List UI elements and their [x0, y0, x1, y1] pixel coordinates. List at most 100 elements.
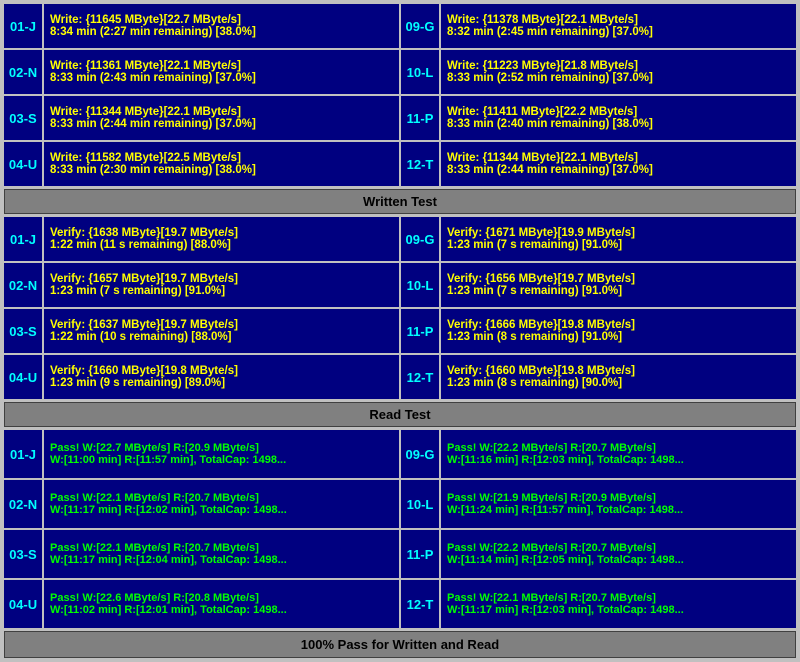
- device-id-right: 10-L: [401, 50, 439, 94]
- cell-data-right: Pass! W:[22.2 MByte/s] R:[20.7 MByte/s]W…: [441, 430, 796, 478]
- cell-line2: 1:22 min (10 s remaining) [88.0%]: [50, 331, 393, 343]
- cell-line1: Pass! W:[22.7 MByte/s] R:[20.9 MByte/s]: [50, 442, 393, 454]
- cell-line1: Verify: {1657 MByte}[19.7 MByte/s]: [50, 273, 393, 285]
- cell-data-left: Verify: {1657 MByte}[19.7 MByte/s]1:23 m…: [44, 263, 399, 307]
- cell-line2: 1:23 min (7 s remaining) [91.0%]: [50, 285, 393, 297]
- cell-line2: 8:33 min (2:40 min remaining) [38.0%]: [447, 118, 790, 130]
- cell-data-left: Write: {11645 MByte}[22.7 MByte/s]8:34 m…: [44, 4, 399, 48]
- cell-data-right: Pass! W:[22.1 MByte/s] R:[20.7 MByte/s]W…: [441, 580, 796, 628]
- cell-line2: 8:33 min (2:52 min remaining) [37.0%]: [447, 72, 790, 84]
- cell-line2: W:[11:17 min] R:[12:04 min], TotalCap: 1…: [50, 554, 393, 566]
- device-row: 02-NWrite: {11361 MByte}[22.1 MByte/s]8:…: [4, 50, 796, 94]
- cell-line1: Write: {11223 MByte}[21.8 MByte/s]: [447, 60, 790, 72]
- cell-data-left: Verify: {1638 MByte}[19.7 MByte/s]1:22 m…: [44, 217, 399, 261]
- device-row: 02-NPass! W:[22.1 MByte/s] R:[20.7 MByte…: [4, 480, 796, 528]
- cell-data-right: Write: {11378 MByte}[22.1 MByte/s]8:32 m…: [441, 4, 796, 48]
- main-container: 01-JWrite: {11645 MByte}[22.7 MByte/s]8:…: [0, 0, 800, 662]
- cell-data-right: Verify: {1671 MByte}[19.9 MByte/s]1:23 m…: [441, 217, 796, 261]
- cell-line2: 1:23 min (8 s remaining) [91.0%]: [447, 331, 790, 343]
- cell-data-right: Pass! W:[22.2 MByte/s] R:[20.7 MByte/s]W…: [441, 530, 796, 578]
- device-id-right: 12-T: [401, 355, 439, 399]
- cell-line2: W:[11:00 min] R:[11:57 min], TotalCap: 1…: [50, 454, 393, 466]
- device-id-right: 09-G: [401, 430, 439, 478]
- cell-line1: Pass! W:[21.9 MByte/s] R:[20.9 MByte/s]: [447, 492, 790, 504]
- cell-line1: Verify: {1666 MByte}[19.8 MByte/s]: [447, 319, 790, 331]
- device-row: 01-JVerify: {1638 MByte}[19.7 MByte/s]1:…: [4, 217, 796, 261]
- cell-line2: 8:33 min (2:44 min remaining) [37.0%]: [50, 118, 393, 130]
- device-id-left: 02-N: [4, 263, 42, 307]
- device-row: 03-SWrite: {11344 MByte}[22.1 MByte/s]8:…: [4, 96, 796, 140]
- cell-line2: 1:23 min (7 s remaining) [91.0%]: [447, 285, 790, 297]
- cell-line1: Pass! W:[22.1 MByte/s] R:[20.7 MByte/s]: [447, 592, 790, 604]
- cell-line2: 8:33 min (2:30 min remaining) [38.0%]: [50, 164, 393, 176]
- device-id-right: 12-T: [401, 142, 439, 186]
- device-id-left: 01-J: [4, 430, 42, 478]
- device-id-right: 10-L: [401, 263, 439, 307]
- device-id-left: 01-J: [4, 4, 42, 48]
- cell-data-left: Pass! W:[22.1 MByte/s] R:[20.7 MByte/s]W…: [44, 530, 399, 578]
- device-id-left: 04-U: [4, 142, 42, 186]
- cell-data-left: Write: {11582 MByte}[22.5 MByte/s]8:33 m…: [44, 142, 399, 186]
- device-id-left: 01-J: [4, 217, 42, 261]
- device-id-left: 03-S: [4, 96, 42, 140]
- cell-line2: W:[11:17 min] R:[12:03 min], TotalCap: 1…: [447, 604, 790, 616]
- cell-line2: 8:34 min (2:27 min remaining) [38.0%]: [50, 26, 393, 38]
- device-row: 03-SPass! W:[22.1 MByte/s] R:[20.7 MByte…: [4, 530, 796, 578]
- cell-line1: Write: {11378 MByte}[22.1 MByte/s]: [447, 14, 790, 26]
- device-row: 01-JPass! W:[22.7 MByte/s] R:[20.9 MByte…: [4, 430, 796, 478]
- device-row: 02-NVerify: {1657 MByte}[19.7 MByte/s]1:…: [4, 263, 796, 307]
- device-row: 04-U Pass! W:[22.6 MByte/s] R:[20.8 MByte…: [4, 580, 796, 628]
- cell-line2: 1:23 min (9 s remaining) [89.0%]: [50, 377, 393, 389]
- device-id-right: 11-P: [401, 530, 439, 578]
- device-id-right: 12-T: [401, 580, 439, 628]
- device-id-left: 04-U: [4, 355, 42, 399]
- cell-line1: Verify: {1660 MByte}[19.8 MByte/s]: [50, 365, 393, 377]
- cell-line1: Write: {11411 MByte}[22.2 MByte/s]: [447, 106, 790, 118]
- cell-line1: Write: {11582 MByte}[22.5 MByte/s]: [50, 152, 393, 164]
- cell-data-right: Write: {11223 MByte}[21.8 MByte/s]8:33 m…: [441, 50, 796, 94]
- cell-line1: Verify: {1638 MByte}[19.7 MByte/s]: [50, 227, 393, 239]
- cell-line2: 1:22 min (11 s remaining) [88.0%]: [50, 239, 393, 251]
- cell-line1: Pass! W:[22.6 MByte/s] R:[20.8 MByte/s]: [50, 592, 393, 604]
- cell-line2: W:[11:02 min] R:[12:01 min], TotalCap: 1…: [50, 604, 393, 616]
- device-id-right: 10-L: [401, 480, 439, 528]
- device-id-right: 09-G: [401, 217, 439, 261]
- device-row: 04-UWrite: {11582 MByte}[22.5 MByte/s]8:…: [4, 142, 796, 186]
- cell-line1: Write: {11645 MByte}[22.7 MByte/s]: [50, 14, 393, 26]
- cell-data-right: Verify: {1660 MByte}[19.8 MByte/s]1:23 m…: [441, 355, 796, 399]
- cell-line1: Pass! W:[22.1 MByte/s] R:[20.7 MByte/s]: [50, 542, 393, 554]
- written-test-label: Written Test: [4, 189, 796, 214]
- cell-data-right: Pass! W:[21.9 MByte/s] R:[20.9 MByte/s]W…: [441, 480, 796, 528]
- cell-line2: W:[11:24 min] R:[11:57 min], TotalCap: 1…: [447, 504, 790, 516]
- read-test-label: Read Test: [4, 402, 796, 427]
- cell-line1: Pass! W:[22.2 MByte/s] R:[20.7 MByte/s]: [447, 542, 790, 554]
- cell-line1: Verify: {1656 MByte}[19.7 MByte/s]: [447, 273, 790, 285]
- device-id-left: 03-S: [4, 530, 42, 578]
- cell-data-right: Verify: {1656 MByte}[19.7 MByte/s]1:23 m…: [441, 263, 796, 307]
- device-row: 03-SVerify: {1637 MByte}[19.7 MByte/s]1:…: [4, 309, 796, 353]
- cell-line2: 8:33 min (2:44 min remaining) [37.0%]: [447, 164, 790, 176]
- cell-line1: Verify: {1660 MByte}[19.8 MByte/s]: [447, 365, 790, 377]
- verify-section: 01-JVerify: {1638 MByte}[19.7 MByte/s]1:…: [4, 217, 796, 399]
- cell-data-left: Pass! W:[22.7 MByte/s] R:[20.9 MByte/s]W…: [44, 430, 399, 478]
- device-id-left: 02-N: [4, 50, 42, 94]
- cell-data-right: Write: {11344 MByte}[22.1 MByte/s]8:33 m…: [441, 142, 796, 186]
- cell-line1: Write: {11361 MByte}[22.1 MByte/s]: [50, 60, 393, 72]
- cell-line2: 1:23 min (7 s remaining) [91.0%]: [447, 239, 790, 251]
- cell-line1: Verify: {1637 MByte}[19.7 MByte/s]: [50, 319, 393, 331]
- cell-data-left: Write: {11361 MByte}[22.1 MByte/s]8:33 m…: [44, 50, 399, 94]
- read-section: 01-JPass! W:[22.7 MByte/s] R:[20.9 MByte…: [4, 430, 796, 628]
- device-id-left: 04-U: [4, 580, 42, 628]
- cell-data-right: Verify: {1666 MByte}[19.8 MByte/s]1:23 m…: [441, 309, 796, 353]
- cell-line2: 8:32 min (2:45 min remaining) [37.0%]: [447, 26, 790, 38]
- cell-data-left: Verify: {1660 MByte}[19.8 MByte/s]1:23 m…: [44, 355, 399, 399]
- cell-line1: Write: {11344 MByte}[22.1 MByte/s]: [447, 152, 790, 164]
- cell-line2: W:[11:14 min] R:[12:05 min], TotalCap: 1…: [447, 554, 790, 566]
- cell-line2: 8:33 min (2:43 min remaining) [37.0%]: [50, 72, 393, 84]
- write-section: 01-JWrite: {11645 MByte}[22.7 MByte/s]8:…: [4, 4, 796, 186]
- cell-data-left: Write: {11344 MByte}[22.1 MByte/s]8:33 m…: [44, 96, 399, 140]
- cell-data-left: Pass! W:[22.1 MByte/s] R:[20.7 MByte/s]W…: [44, 480, 399, 528]
- cell-data-left: Verify: {1637 MByte}[19.7 MByte/s]1:22 m…: [44, 309, 399, 353]
- cell-line2: W:[11:16 min] R:[12:03 min], TotalCap: 1…: [447, 454, 790, 466]
- device-id-right: 09-G: [401, 4, 439, 48]
